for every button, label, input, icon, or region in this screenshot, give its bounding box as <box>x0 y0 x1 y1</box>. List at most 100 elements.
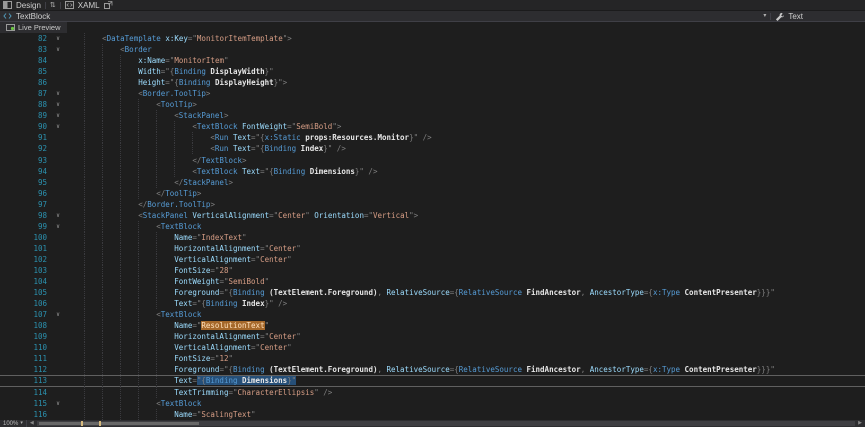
line-number[interactable]: 110 <box>0 342 50 353</box>
indent-guide <box>156 342 157 353</box>
line-number[interactable]: 112 <box>0 364 50 375</box>
line-number[interactable]: 83 <box>0 44 50 55</box>
line-number[interactable]: 95 <box>0 177 50 188</box>
code-line[interactable]: 106Text="{Binding Index}" /> <box>0 298 865 309</box>
breadcrumb-element[interactable]: TextBlock <box>16 12 50 21</box>
scroll-right-icon[interactable]: ▶ <box>858 420 862 427</box>
line-number[interactable]: 86 <box>0 77 50 88</box>
line-number[interactable]: 106 <box>0 298 50 309</box>
code-line[interactable]: 107∨<TextBlock <box>0 309 865 320</box>
indent-guide <box>156 143 157 154</box>
breadcrumb-property[interactable]: Text <box>788 12 803 21</box>
live-preview-tab[interactable]: Live Preview <box>0 22 67 33</box>
code-line[interactable]: 114TextTrimming="CharacterEllipsis" /> <box>0 387 865 398</box>
line-number[interactable]: 102 <box>0 254 50 265</box>
scrollbar-thumb[interactable] <box>39 422 199 425</box>
fold-chevron-icon[interactable]: ∨ <box>50 110 66 121</box>
code-line[interactable]: 104FontWeight="SemiBold" <box>0 276 865 287</box>
swap-panes-icon[interactable]: ⇅ <box>50 0 56 11</box>
line-number[interactable]: 92 <box>0 143 50 154</box>
xaml-tab[interactable]: XAML <box>78 1 100 10</box>
line-number[interactable]: 116 <box>0 409 50 420</box>
line-number[interactable]: 109 <box>0 331 50 342</box>
line-number[interactable]: 107 <box>0 309 50 320</box>
line-number[interactable]: 90 <box>0 121 50 132</box>
code-editor[interactable]: 82∨<DataTemplate x:Key="MonitorItemTempl… <box>0 33 865 427</box>
line-number[interactable]: 82 <box>0 33 50 44</box>
code-line[interactable]: 94<TextBlock Text="{Binding Dimensions}"… <box>0 166 865 177</box>
line-number[interactable]: 103 <box>0 265 50 276</box>
code-line[interactable]: 98∨<StackPanel VerticalAlignment="Center… <box>0 210 865 221</box>
code-line[interactable]: 102VerticalAlignment="Center" <box>0 254 865 265</box>
line-number[interactable]: 93 <box>0 155 50 166</box>
line-number[interactable]: 96 <box>0 188 50 199</box>
code-line[interactable]: 84x:Name="MonitorItem" <box>0 55 865 66</box>
line-number[interactable]: 115 <box>0 398 50 409</box>
line-number[interactable]: 97 <box>0 199 50 210</box>
line-number[interactable]: 87 <box>0 88 50 99</box>
code-line[interactable]: 89∨<StackPanel> <box>0 110 865 121</box>
code-line[interactable]: 111FontSize="12" <box>0 353 865 364</box>
line-number[interactable]: 113 <box>0 376 50 385</box>
fold-chevron-icon[interactable]: ∨ <box>50 309 66 320</box>
code-line[interactable]: 113Text="{Binding Dimensions}" <box>0 375 865 386</box>
code-line[interactable]: 110VerticalAlignment="Center" <box>0 342 865 353</box>
code-line[interactable]: 99∨<TextBlock <box>0 221 865 232</box>
line-number[interactable]: 84 <box>0 55 50 66</box>
breadcrumb-dropdown-icon[interactable]: ▾ <box>763 11 766 22</box>
code-line[interactable]: 105Foreground="{Binding (TextElement.For… <box>0 287 865 298</box>
code-line[interactable]: 90∨<TextBlock FontWeight="SemiBold"> <box>0 121 865 132</box>
code-line[interactable]: 83∨<Border <box>0 44 865 55</box>
line-number[interactable]: 98 <box>0 210 50 221</box>
line-number[interactable]: 111 <box>0 353 50 364</box>
popout-window-icon[interactable] <box>104 1 113 9</box>
fold-chevron-icon[interactable]: ∨ <box>50 44 66 55</box>
code-line[interactable]: 87∨<Border.ToolTip> <box>0 88 865 99</box>
code-line[interactable]: 88∨<ToolTip> <box>0 99 865 110</box>
fold-chevron-icon[interactable]: ∨ <box>50 88 66 99</box>
wrench-icon[interactable] <box>775 12 784 21</box>
design-tab[interactable]: Design <box>16 1 41 10</box>
line-number[interactable]: 100 <box>0 232 50 243</box>
code-line[interactable]: 96</ToolTip> <box>0 188 865 199</box>
code-line[interactable]: 101HorizontalAlignment="Center" <box>0 243 865 254</box>
line-number[interactable]: 85 <box>0 66 50 77</box>
code-line[interactable]: 100Name="IndexText" <box>0 232 865 243</box>
line-number[interactable]: 91 <box>0 132 50 143</box>
line-number[interactable]: 101 <box>0 243 50 254</box>
zoom-control[interactable]: 100% ▾ <box>3 420 27 427</box>
fold-chevron-icon[interactable]: ∨ <box>50 121 66 132</box>
fold-chevron-icon[interactable]: ∨ <box>50 210 66 221</box>
code-line[interactable]: 112Foreground="{Binding (TextElement.For… <box>0 364 865 375</box>
code-line[interactable]: 108Name="ResolutionText" <box>0 320 865 331</box>
line-number[interactable]: 99 <box>0 221 50 232</box>
code-line[interactable]: 97</Border.ToolTip> <box>0 199 865 210</box>
code-line[interactable]: 116Name="ScalingText" <box>0 409 865 420</box>
line-number[interactable]: 108 <box>0 320 50 331</box>
code-line[interactable]: 92<Run Text="{Binding Index}" /> <box>0 143 865 154</box>
code-line[interactable]: 95</StackPanel> <box>0 177 865 188</box>
fold-chevron-icon[interactable]: ∨ <box>50 99 66 110</box>
horizontal-scrollbar[interactable] <box>37 421 855 426</box>
fold-chevron-icon[interactable]: ∨ <box>50 398 66 409</box>
indent-guide <box>84 166 85 177</box>
fold-chevron-icon[interactable]: ∨ <box>50 33 66 44</box>
indent-guide <box>138 309 139 320</box>
code-line[interactable]: 86Height="{Binding DisplayHeight}"> <box>0 77 865 88</box>
line-number[interactable]: 105 <box>0 287 50 298</box>
line-number[interactable]: 114 <box>0 387 50 398</box>
scroll-left-icon[interactable]: ◀ <box>30 420 34 427</box>
line-number[interactable]: 89 <box>0 110 50 121</box>
code-line[interactable]: 93</TextBlock> <box>0 155 865 166</box>
indent-guide <box>174 143 175 154</box>
code-line[interactable]: 82∨<DataTemplate x:Key="MonitorItemTempl… <box>0 33 865 44</box>
code-line[interactable]: 85Width="{Binding DisplayWidth}" <box>0 66 865 77</box>
code-line[interactable]: 91<Run Text="{x:Static props:Resources.M… <box>0 132 865 143</box>
code-line[interactable]: 115∨<TextBlock <box>0 398 865 409</box>
line-number[interactable]: 88 <box>0 99 50 110</box>
code-line[interactable]: 109HorizontalAlignment="Center" <box>0 331 865 342</box>
code-line[interactable]: 103FontSize="28" <box>0 265 865 276</box>
line-number[interactable]: 104 <box>0 276 50 287</box>
fold-chevron-icon[interactable]: ∨ <box>50 221 66 232</box>
line-number[interactable]: 94 <box>0 166 50 177</box>
